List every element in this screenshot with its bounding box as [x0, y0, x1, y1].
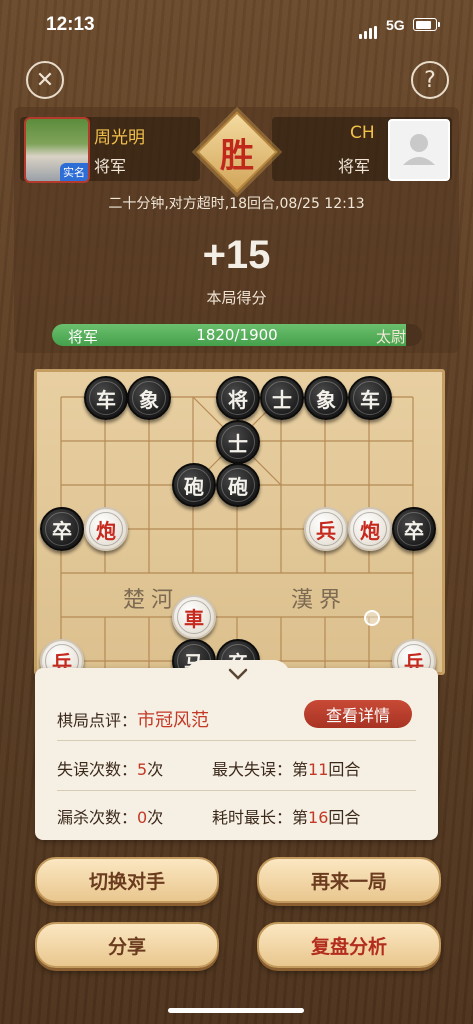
divider	[57, 790, 416, 791]
mistakes-value: 5	[137, 760, 148, 779]
chess-piece[interactable]: 车	[348, 376, 392, 420]
chess-piece[interactable]: 士	[260, 376, 304, 420]
close-icon[interactable]: ✕	[26, 61, 64, 99]
next-rank: 太尉	[375, 328, 406, 346]
comment-value: 市冠风范	[137, 710, 210, 731]
players-panel: 实名 周光明 将军 胜 CH 将军 二十分钟,对方超时,18回合,08/25 1…	[14, 107, 459, 353]
left-avatar[interactable]: 实名	[24, 117, 90, 183]
home-indicator	[168, 1008, 304, 1013]
max-mistake-value: 11	[308, 760, 329, 779]
chess-piece[interactable]: 士	[216, 420, 260, 464]
right-player-name: CH	[350, 123, 375, 143]
network-label: 5G	[386, 17, 405, 33]
longest-unit: 回合	[328, 808, 361, 827]
chess-piece[interactable]: 砲	[172, 463, 216, 507]
chess-piece[interactable]: 将	[216, 376, 260, 420]
right-player-rank: 将军	[338, 157, 371, 176]
switch-opponent-button[interactable]: 切换对手	[35, 857, 219, 903]
xiangqi-board[interactable]: 楚河 漢界 车象将士象车士砲砲卒炮兵炮卒車马卒兵兵	[34, 369, 445, 675]
game-meta: 二十分钟,对方超时,18回合,08/25 12:13	[108, 196, 365, 212]
longest-group: 耗时最长：第16回合	[212, 804, 360, 828]
river-label-left: 楚河	[123, 588, 180, 613]
mistakes-unit: 次	[147, 760, 164, 779]
user-placeholder-icon	[403, 134, 435, 165]
review-card: 棋局点评：市冠风范 查看详情 失误次数：5次 最大失误：第11回合 漏杀次数：0…	[35, 668, 438, 840]
chess-piece[interactable]: 兵	[304, 507, 348, 551]
right-avatar[interactable]	[388, 119, 450, 181]
longest-value: 16	[308, 808, 329, 827]
river-label-right: 漢界	[291, 588, 348, 613]
battery-icon	[413, 18, 440, 31]
share-button[interactable]: 分享	[35, 922, 219, 968]
help-glyph: ?	[424, 67, 436, 93]
mistakes-row: 失误次数：5次 最大失误：第11回合	[57, 756, 416, 780]
view-details-button[interactable]: 查看详情	[304, 700, 412, 728]
collapse-tab[interactable]	[186, 660, 290, 688]
chess-piece[interactable]: 车	[84, 376, 128, 420]
rank-progress-bar: 将军 1820/1900 太尉	[52, 324, 422, 346]
max-mistake-label: 最大失误：第	[212, 760, 309, 779]
rank-points: 1820/1900	[196, 326, 278, 344]
max-mistake-group: 最大失误：第11回合	[212, 756, 360, 780]
chess-piece[interactable]: 車	[172, 595, 216, 639]
missed-row: 漏杀次数：0次 耗时最长：第16回合	[57, 804, 416, 828]
play-again-button[interactable]: 再来一局	[257, 857, 441, 903]
chess-piece[interactable]: 砲	[216, 463, 260, 507]
chess-piece[interactable]: 象	[304, 376, 348, 420]
max-mistake-unit: 回合	[328, 760, 361, 779]
help-icon[interactable]: ?	[411, 61, 449, 99]
replay-analysis-button[interactable]: 复盘分析	[257, 922, 441, 968]
left-player-rank: 将军	[94, 157, 127, 176]
mistakes-label: 失误次数：	[57, 760, 138, 779]
chess-piece[interactable]: 卒	[392, 507, 436, 551]
score-value: +15	[202, 233, 271, 277]
longest-label: 耗时最长：第	[212, 808, 309, 827]
chess-piece[interactable]: 卒	[40, 507, 84, 551]
chess-piece[interactable]: 象	[127, 376, 171, 420]
status-time: 12:13	[46, 14, 95, 35]
chess-piece[interactable]: 炮	[84, 507, 128, 551]
missed-value: 0	[137, 808, 148, 827]
missed-unit: 次	[147, 808, 164, 827]
verified-badge: 实名	[60, 163, 88, 181]
left-player-name: 周光明	[94, 128, 145, 148]
signal-icon	[359, 20, 379, 39]
comment-label: 棋局点评：	[57, 711, 138, 730]
missed-label: 漏杀次数：	[57, 808, 138, 827]
chevron-down-icon	[228, 668, 248, 680]
game-result-screen: { "status_bar": {"time": "12:13", "netwo…	[0, 0, 473, 1024]
last-move-marker	[364, 610, 380, 626]
divider	[57, 740, 416, 741]
status-bar: 12:13 5G	[0, 0, 473, 52]
chess-piece[interactable]: 炮	[348, 507, 392, 551]
result-text: 胜	[220, 135, 254, 176]
score-label: 本局得分	[206, 289, 267, 307]
